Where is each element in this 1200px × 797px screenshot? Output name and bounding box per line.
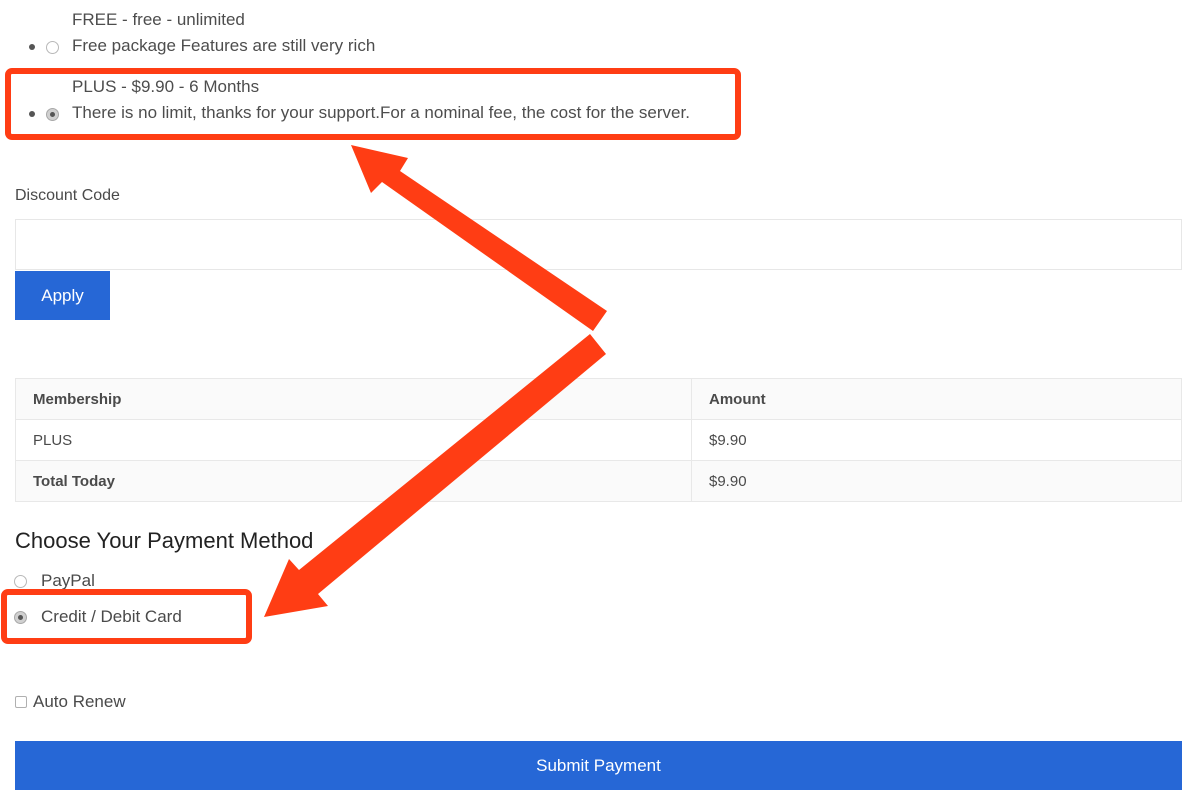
plan-description-free: Free package Features are still very ric… — [72, 36, 376, 55]
discount-code-label: Discount Code — [15, 187, 120, 204]
table-row: PLUS $9.90 — [15, 419, 1182, 461]
annotation-highlight-plan — [5, 68, 741, 140]
table-cell-total-amount: $9.90 — [691, 460, 1182, 502]
table-header-row: Membership Amount — [15, 378, 1182, 420]
discount-code-input[interactable] — [15, 219, 1182, 270]
paypal-label[interactable]: PayPal — [41, 571, 95, 591]
checkout-page: FREE - free - unlimited Free package Fea… — [0, 0, 1200, 797]
plan-radio-free[interactable] — [46, 41, 59, 54]
plan-title-free: FREE - free - unlimited — [72, 10, 245, 29]
table-row-total: Total Today $9.90 — [15, 460, 1182, 502]
table-header-amount: Amount — [691, 378, 1182, 420]
apply-button[interactable]: Apply — [15, 271, 110, 320]
payment-method-title: Choose Your Payment Method — [15, 528, 314, 553]
auto-renew-checkbox[interactable] — [15, 696, 27, 708]
annotation-highlight-card — [1, 589, 252, 644]
auto-renew-label[interactable]: Auto Renew — [33, 692, 126, 712]
submit-payment-button[interactable]: Submit Payment — [15, 741, 1182, 790]
list-bullet — [29, 44, 35, 50]
table-header-membership: Membership — [15, 378, 692, 420]
table-cell-total-label: Total Today — [15, 460, 692, 502]
membership-summary-table: Membership Amount PLUS $9.90 Total Today… — [15, 378, 1182, 502]
table-cell-membership: PLUS — [15, 419, 692, 461]
table-cell-amount: $9.90 — [691, 419, 1182, 461]
paypal-radio[interactable] — [14, 575, 27, 588]
